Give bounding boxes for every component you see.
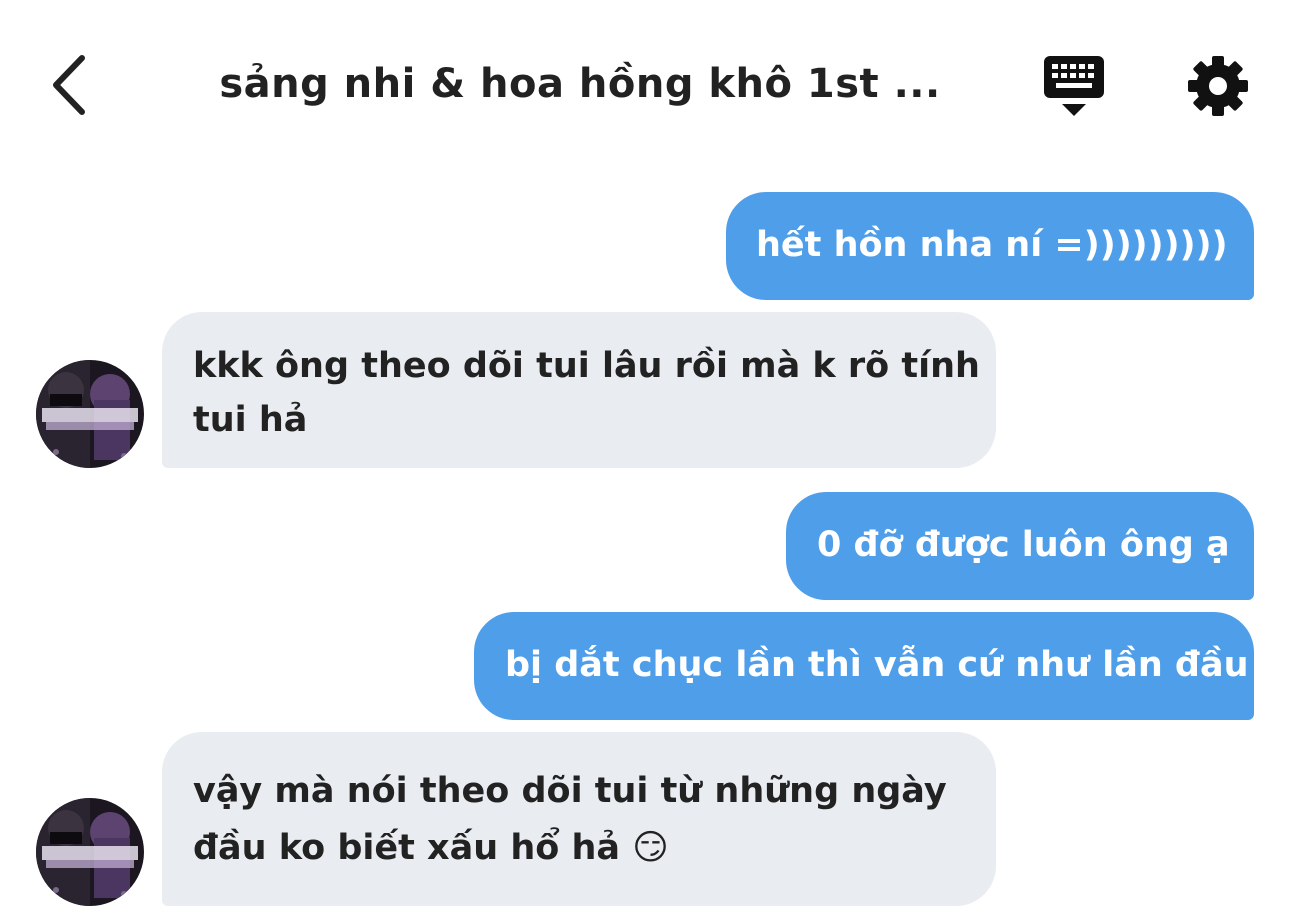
message-bubble-received[interactable]: kkk ông theo dõi tui lâu rồi mà k rõ tín… <box>162 312 996 468</box>
message-text-line: kkk ông theo dõi tui lâu rồi mà k rõ tín… <box>193 346 980 386</box>
message-bubble-sent[interactable]: hết hồn nha ní =))))))))) <box>726 192 1254 300</box>
chat-title[interactable]: sảng nhi & hoa hồng khô 1st ... <box>200 52 960 116</box>
avatar[interactable] <box>36 360 144 468</box>
message-bubble-sent[interactable]: bị dắt chục lần thì vẫn cứ như lần đầu <box>474 612 1254 720</box>
back-button[interactable] <box>38 50 98 120</box>
message-text: 0 đỡ được luôn ông ạ <box>817 525 1230 565</box>
chat-screen: sảng nhi & hoa hồng khô 1st ... hết hồn … <box>0 0 1290 920</box>
message-text: hết hồn nha ní =))))))))) <box>756 225 1228 265</box>
avatar[interactable] <box>36 798 144 906</box>
message-text-line: đầu ko biết xấu hổ hả 😏 <box>193 828 669 868</box>
chevron-left-icon <box>53 55 85 115</box>
message-text-line: tui hả <box>193 400 308 440</box>
message-text: bị dắt chục lần thì vẫn cứ như lần đầu <box>505 645 1249 685</box>
settings-button[interactable] <box>1184 52 1252 120</box>
message-text-line: vậy mà nói theo dõi tui từ những ngày <box>193 771 947 811</box>
keyboard-icon <box>1044 56 1104 116</box>
keyboard-button[interactable] <box>1040 52 1110 120</box>
avatar-image <box>36 360 144 468</box>
message-bubble-sent[interactable]: 0 đỡ được luôn ông ạ <box>786 492 1254 600</box>
message-bubble-received[interactable]: vậy mà nói theo dõi tui từ những ngày đầ… <box>162 732 996 906</box>
avatar-image <box>36 798 144 906</box>
chat-header: sảng nhi & hoa hồng khô 1st ... <box>0 0 1290 170</box>
gear-icon <box>1188 56 1248 116</box>
